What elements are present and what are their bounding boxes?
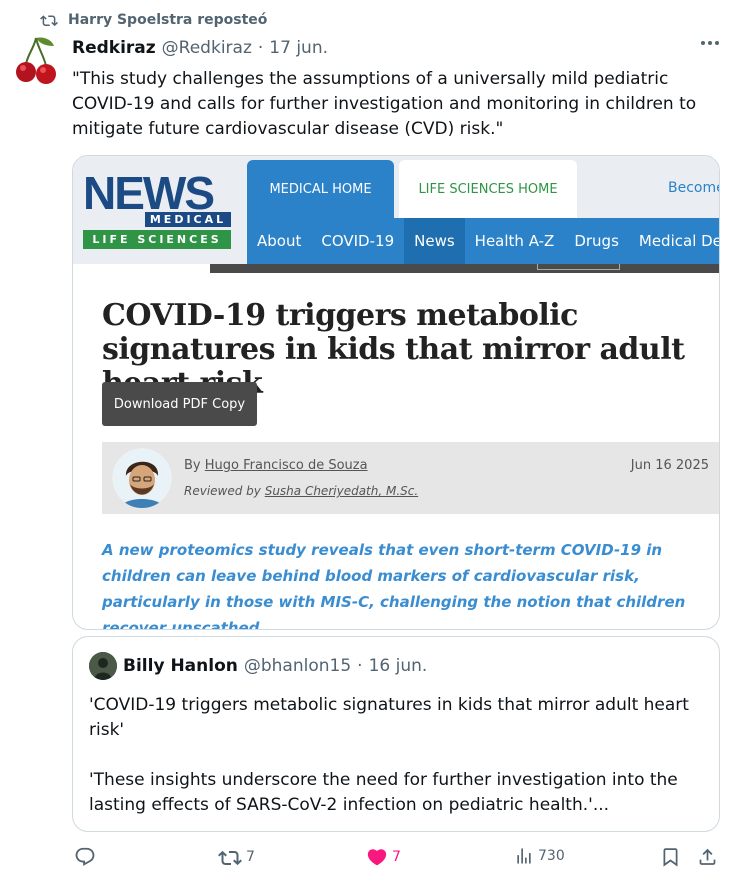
publish-date: Jun 16 2025 — [630, 458, 709, 473]
reply-icon — [75, 847, 95, 866]
quote-date: 16 jun. — [368, 656, 428, 676]
bookmark-button[interactable] — [660, 846, 681, 868]
repost-label: Harry Spoelstra reposteó — [68, 12, 268, 28]
action-bar: 7 7 730 — [0, 846, 746, 876]
author-photo — [112, 448, 172, 508]
nav-item-news: News — [404, 218, 465, 264]
separator-dot: · — [257, 38, 264, 58]
views-icon — [517, 848, 531, 864]
nav-item-health-az: Health A-Z — [474, 232, 555, 250]
site-logo: NEWS MEDICAL LIFE SCIENCES — [83, 170, 231, 254]
quote-author-name: Billy Hanlon — [123, 656, 238, 676]
link-card[interactable]: NEWS MEDICAL LIFE SCIENCES MEDICAL HOME … — [72, 155, 720, 630]
author-byline: By Hugo Francisco de Souza — [184, 458, 368, 473]
author-link: Hugo Francisco de Souza — [204, 458, 368, 473]
article-summary: A new proteomics study reveals that even… — [102, 541, 686, 630]
by-prefix: By — [184, 458, 205, 473]
tweet-text: "This study challenges the assumptions o… — [72, 69, 697, 139]
views-count: 730 — [538, 848, 565, 864]
author-handle[interactable]: @Redkiraz — [162, 38, 252, 58]
nav-item-about: About — [257, 232, 302, 250]
quote-paragraph: 'These insights underscore the need for … — [89, 770, 678, 815]
reviewed-prefix: Reviewed by — [184, 484, 265, 498]
quote-paragraph: 'COVID-19 triggers metabolic signatures … — [89, 695, 689, 740]
logo-medical: MEDICAL — [145, 212, 231, 227]
reviewer-line: Reviewed by Susha Cheriyedath, M.Sc. — [184, 484, 418, 498]
tab-life-sciences-home: LIFE SCIENCES HOME — [399, 160, 577, 218]
like-count: 7 — [392, 849, 401, 865]
byline-box: By Hugo Francisco de Souza Reviewed by S… — [102, 442, 719, 514]
repost-count: 7 — [246, 849, 255, 865]
author-name[interactable]: Redkiraz — [72, 38, 156, 58]
logo-news: NEWS — [83, 167, 215, 219]
reviewer-link: Susha Cheriyedath, M.Sc. — [264, 484, 419, 498]
separator-dot: · — [357, 656, 363, 676]
tab-medical-home: MEDICAL HOME — [247, 160, 394, 218]
heart-icon — [367, 849, 387, 866]
views-button[interactable]: 730 — [514, 846, 565, 866]
nav-item-drugs: Drugs — [574, 232, 619, 250]
bookmark-icon — [663, 848, 678, 867]
quoted-tweet[interactable]: Billy Hanlon @bhanlon15 · 16 jun. 'COVID… — [72, 636, 720, 832]
site-nav: About COVID-19 News Health A-Z Drugs Med… — [247, 218, 720, 264]
tweet-header: Redkiraz @Redkiraz · 17 jun. — [72, 38, 328, 58]
nav-item-medical-devices: Medical De — [638, 232, 720, 250]
tweet-date[interactable]: 17 jun. — [269, 38, 328, 58]
become-link: Become — [668, 180, 720, 196]
quote-avatar — [89, 652, 117, 680]
share-button[interactable] — [697, 846, 718, 868]
repost-icon — [218, 850, 242, 866]
dark-strip — [210, 264, 719, 273]
quote-author-handle: @bhanlon15 — [243, 656, 352, 676]
like-button[interactable]: 7 — [366, 846, 401, 868]
quote-text: 'COVID-19 triggers metabolic signatures … — [89, 693, 689, 818]
reply-button[interactable] — [74, 846, 96, 868]
download-pdf-button: Download PDF Copy — [102, 382, 257, 426]
repost-icon — [40, 15, 58, 27]
site-header: NEWS MEDICAL LIFE SCIENCES MEDICAL HOME … — [73, 156, 720, 264]
repost-button[interactable]: 7 — [218, 846, 255, 868]
nav-item-covid: COVID-19 — [321, 232, 395, 250]
repost-indicator[interactable]: Harry Spoelstra reposteó — [40, 12, 267, 28]
quote-header: Billy Hanlon @bhanlon15 · 16 jun. — [123, 656, 427, 676]
share-icon — [699, 848, 716, 865]
more-options-icon[interactable] — [700, 40, 720, 46]
avatar[interactable] — [14, 34, 58, 86]
logo-life-sciences: LIFE SCIENCES — [83, 230, 231, 249]
